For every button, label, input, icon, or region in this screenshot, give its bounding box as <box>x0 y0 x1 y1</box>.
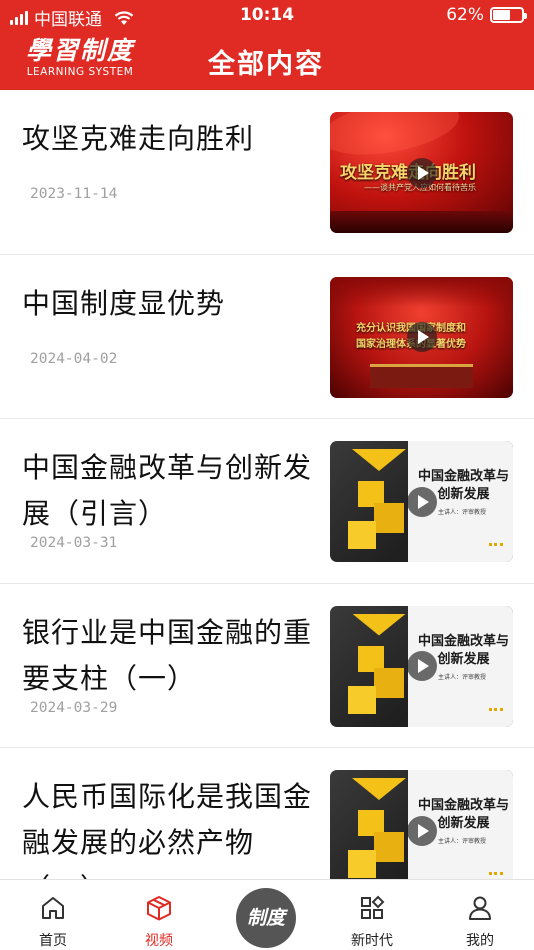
video-thumbnail[interactable]: 攻坚克难走向胜利 ——谈共产党人应如何看待苦乐 <box>330 112 513 233</box>
curtain-decoration <box>330 276 513 307</box>
tab-label: 视频 <box>145 933 173 949</box>
item-title: 中国制度显优势 <box>22 286 226 320</box>
grid-icon <box>361 895 385 919</box>
tab-home[interactable]: 首页 <box>13 880 93 950</box>
home-icon <box>42 897 64 919</box>
item-title: 银行业是中国金融的重要支柱（一） <box>22 615 313 695</box>
tab-system-center[interactable]: 制度 <box>236 888 296 948</box>
tab-new-era[interactable]: 新时代 <box>332 880 412 950</box>
dots-decoration <box>489 707 503 711</box>
status-bar: 中国联通 10:14 62% <box>0 0 534 30</box>
list-item[interactable]: 攻坚克难走向胜利 2023-11-14 攻坚克难走向胜利 ——谈共产党人应如何看… <box>0 90 534 255</box>
dots-decoration <box>489 872 503 875</box>
thumbnail-presenter: 主讲人：评审教授 <box>438 838 487 845</box>
play-icon[interactable] <box>407 651 437 681</box>
tab-label: 新时代 <box>351 933 393 949</box>
yellow-triangle-decoration <box>352 778 406 800</box>
thumbnail-presenter: 主讲人：评审教授 <box>438 673 487 681</box>
app-header: 學習制度 LEARNING SYSTEM 全部内容 <box>0 30 534 90</box>
item-title: 中国金融改革与创新发展（引言） <box>22 451 313 530</box>
item-date: 2024-03-31 <box>30 535 118 551</box>
cube-decoration <box>348 521 376 549</box>
logo-english-text: LEARNING SYSTEM <box>26 66 134 78</box>
cube-decoration <box>374 503 404 533</box>
cube-decoration <box>348 685 376 714</box>
battery-icon <box>490 7 527 23</box>
cube-icon <box>147 896 171 921</box>
battery-percent: 62% <box>446 5 484 25</box>
bottom-tab-bar: 首页 视频 制度 新时代 我的 <box>0 879 534 950</box>
cube-decoration <box>374 667 404 698</box>
flag-decoration <box>330 112 464 164</box>
tiananmen-silhouette <box>370 363 473 388</box>
list-item[interactable]: 中国金融改革与创新发展（引言） 2024-03-31 中国金融改革与创新发展 主… <box>0 419 534 584</box>
yellow-triangle-decoration <box>352 449 406 471</box>
tab-label: 我的 <box>466 933 494 949</box>
list-item[interactable]: 中国制度显优势 2024-04-02 充分认识我国国家制度和 国家治理体系的显著… <box>0 255 534 419</box>
app-logo[interactable]: 學習制度 LEARNING SYSTEM <box>20 36 140 78</box>
video-thumbnail[interactable]: 充分认识我国国家制度和 国家治理体系的显著优势 <box>330 276 513 398</box>
thumbnail-presenter: 主讲人：评审教授 <box>438 509 487 516</box>
content-list[interactable]: 攻坚克难走向胜利 2023-11-14 攻坚克难走向胜利 ——谈共产党人应如何看… <box>0 90 534 879</box>
list-item[interactable]: 人民币国际化是我国金融发展的必然产物（一） 中国金融改革与创新发展 主讲人：评审… <box>0 748 534 879</box>
dots-decoration <box>489 543 503 546</box>
play-icon[interactable] <box>406 322 437 352</box>
play-icon[interactable] <box>407 815 437 846</box>
cube-decoration <box>348 850 376 878</box>
list-item[interactable]: 银行业是中国金融的重要支柱（一） 2024-03-29 中国金融改革与创新发展 … <box>0 584 534 748</box>
tab-mine[interactable]: 我的 <box>440 880 520 950</box>
page-title: 全部内容 <box>208 49 324 80</box>
building-silhouette <box>330 211 513 233</box>
user-icon <box>469 896 491 920</box>
tab-video[interactable]: 视频 <box>119 880 199 950</box>
item-date: 2024-03-29 <box>30 699 118 716</box>
video-thumbnail[interactable]: 中国金融改革与创新发展 主讲人：评审教授 <box>330 605 513 727</box>
tab-label: 首页 <box>39 933 67 949</box>
item-title: 攻坚克难走向胜利 <box>22 122 255 155</box>
yellow-triangle-decoration <box>352 613 406 636</box>
item-title: 人民币国际化是我国金融发展的必然产物（一） <box>22 780 313 879</box>
video-thumbnail[interactable]: 中国金融改革与创新发展 主讲人：评审教授 <box>330 441 513 562</box>
item-date: 2024-04-02 <box>30 350 118 367</box>
video-thumbnail[interactable]: 中国金融改革与创新发展 主讲人：评审教授 <box>330 770 513 879</box>
logo-chinese-text: 學習制度 <box>25 36 134 65</box>
play-icon[interactable] <box>407 486 437 517</box>
play-icon[interactable] <box>406 157 437 188</box>
item-date: 2023-11-14 <box>30 186 118 202</box>
cube-decoration <box>374 832 404 862</box>
